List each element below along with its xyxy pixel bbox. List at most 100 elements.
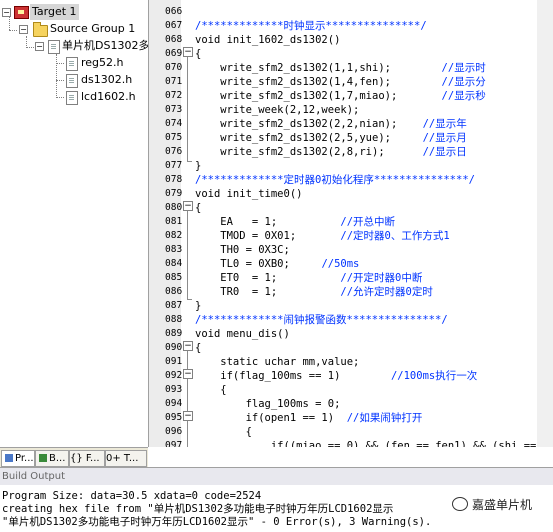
code-statement: { <box>195 342 202 354</box>
code-line[interactable]: 071 write_sfm2_ds1302(1,4,fen); //显示分 <box>149 75 553 89</box>
tab-functions[interactable]: {} F... <box>69 450 105 467</box>
tree-item-header[interactable]: ds1302.h <box>0 72 148 88</box>
code-text: write_week(2,12,week); <box>195 103 359 117</box>
line-number: 087 <box>165 300 183 311</box>
code-statement: TMOD = 0X01; <box>195 230 341 242</box>
code-text: { <box>195 341 201 355</box>
code-statement: flag_100ms = 0; <box>195 398 341 410</box>
code-text: write_sfm2_ds1302(1,1,shi); //显示时 <box>195 61 486 75</box>
code-line[interactable]: 092 if(flag_100ms == 1) //100ms执行一次 <box>149 369 553 383</box>
line-number: 074 <box>165 118 183 129</box>
code-line[interactable]: 088 /*************闹钟报警函数***************/ <box>149 313 553 327</box>
code-line[interactable]: 096 { <box>149 425 553 439</box>
tree-item-header[interactable]: lcd1602.h <box>0 89 148 105</box>
project-icon <box>5 454 13 462</box>
tree-item-main-file[interactable]: − 单片机DS1302多 <box>0 38 148 54</box>
tab-label: B... <box>49 453 66 464</box>
code-line[interactable]: 087} <box>149 299 553 313</box>
line-number: 088 <box>165 314 183 325</box>
target-label: Target 1 <box>30 4 79 20</box>
code-text: write_sfm2_ds1302(2,8,ri); //显示日 <box>195 145 466 159</box>
code-line[interactable]: 084 TL0 = 0XB0; //50ms <box>149 257 553 271</box>
code-comment: //开定时器0中断 <box>340 272 423 284</box>
code-line[interactable]: 090 { <box>149 341 553 355</box>
tab-templates[interactable]: 0+ T... <box>105 450 147 467</box>
code-line[interactable]: 093 { <box>149 383 553 397</box>
code-line[interactable]: 077} <box>149 159 553 173</box>
code-line[interactable]: 095 if(open1 == 1) //如果闹钟打开 <box>149 411 553 425</box>
code-text: TR0 = 1; //允许定时器0定时 <box>195 285 433 299</box>
code-line[interactable]: 097 if((miao == 0) && (fen == fen1) && (… <box>149 439 553 447</box>
vertical-scrollbar[interactable] <box>537 0 553 447</box>
code-line[interactable]: 068 void init_1602_ds1302() <box>149 33 553 47</box>
line-number: 083 <box>165 244 183 255</box>
code-line[interactable]: 082 TMOD = 0X01; //定时器0、工作方式1 <box>149 229 553 243</box>
line-number: 084 <box>165 258 183 269</box>
code-text: /*************时钟显示***************/ <box>195 19 427 33</box>
code-line[interactable]: 089 void menu_dis() <box>149 327 553 341</box>
code-line[interactable]: 066 <box>149 5 553 19</box>
project-pane: − Target 1 − Source Group 1 − 单片机DS1302多… <box>0 0 149 447</box>
code-line[interactable]: 069 { <box>149 47 553 61</box>
collapse-icon[interactable]: − <box>35 42 44 51</box>
source-group-label: Source Group 1 <box>50 22 136 35</box>
code-text: ET0 = 1; //开定时器0中断 <box>195 271 422 285</box>
code-line[interactable]: 073 write_week(2,12,week); <box>149 103 553 117</box>
line-number: 072 <box>165 90 183 101</box>
code-line[interactable]: 074 write_sfm2_ds1302(2,2,nian); //显示年 <box>149 117 553 131</box>
code-line[interactable]: 081 EA = 1; //开总中断 <box>149 215 553 229</box>
code-line[interactable]: 079 void init_time0() <box>149 187 553 201</box>
code-text: { <box>195 425 252 439</box>
code-line[interactable]: 078 /*************定时器0初始化程序**************… <box>149 173 553 187</box>
line-number: 082 <box>165 230 183 241</box>
collapse-icon[interactable]: − <box>19 25 28 34</box>
tree-item-header[interactable]: reg52.h <box>0 55 148 71</box>
build-output-line: Program Size: data=30.5 xdata=0 code=252… <box>2 490 262 502</box>
line-number: 067 <box>165 20 183 31</box>
code-text: if((miao == 0) && (fen == fen1) && (shi … <box>195 439 537 447</box>
build-output-header: Build Output <box>0 467 553 486</box>
code-statement: write_sfm2_ds1302(1,4,fen); <box>195 76 442 88</box>
code-comment: //开总中断 <box>340 216 396 228</box>
line-number: 081 <box>165 216 183 227</box>
tab-books[interactable]: B... <box>35 450 69 467</box>
code-line[interactable]: 075 write_sfm2_ds1302(2,5,yue); //显示月 <box>149 131 553 145</box>
code-text: TH0 = 0X3C; <box>195 243 290 257</box>
code-line[interactable]: 091 static uchar mm,value; <box>149 355 553 369</box>
tree-item-source-group[interactable]: − Source Group 1 <box>0 21 148 37</box>
code-text: } <box>195 299 201 313</box>
code-statement: TR0 = 1; <box>195 286 341 298</box>
code-line[interactable]: 072 write_sfm2_ds1302(1,7,miao); //显示秒 <box>149 89 553 103</box>
code-line[interactable]: 085 ET0 = 1; //开定时器0中断 <box>149 271 553 285</box>
code-line[interactable]: 067 /*************时钟显示***************/ <box>149 19 553 33</box>
collapse-icon[interactable]: − <box>2 8 11 17</box>
code-line[interactable]: 070 write_sfm2_ds1302(1,1,shi); //显示时 <box>149 61 553 75</box>
code-comment: //定时器0、工作方式1 <box>340 230 450 242</box>
code-line[interactable]: 094 flag_100ms = 0; <box>149 397 553 411</box>
line-number: 097 <box>165 440 183 447</box>
line-number: 078 <box>165 174 183 185</box>
code-statement: } <box>195 160 202 172</box>
code-line[interactable]: 083 TH0 = 0X3C; <box>149 243 553 257</box>
header-file-label: reg52.h <box>81 56 124 69</box>
code-statement: { <box>195 202 202 214</box>
line-number: 095 <box>165 412 183 423</box>
code-comment: //显示月 <box>422 132 467 144</box>
code-comment: //显示分 <box>441 76 486 88</box>
tab-project[interactable]: Pr... <box>1 450 35 467</box>
watermark: 嘉盛单片机 <box>448 495 537 515</box>
code-text: /*************闹钟报警函数***************/ <box>195 313 448 327</box>
code-line[interactable]: 086 TR0 = 1; //允许定时器0定时 <box>149 285 553 299</box>
code-statement: if((miao == 0) && (fen == fen1) && (shi … <box>195 440 537 447</box>
code-line[interactable]: 076 write_sfm2_ds1302(2,8,ri); //显示日 <box>149 145 553 159</box>
code-editor[interactable]: − − − − − 066 067/*************时钟显示******… <box>149 0 553 447</box>
code-line[interactable]: 080 { <box>149 201 553 215</box>
code-text: void init_time0() <box>195 187 302 201</box>
c-file-icon <box>48 40 60 54</box>
code-statement: write_sfm2_ds1302(2,5,yue); <box>195 132 423 144</box>
code-statement: TH0 = 0X3C; <box>195 244 290 256</box>
code-text: TL0 = 0XB0; //50ms <box>195 257 359 271</box>
code-comment: //显示时 <box>441 62 486 74</box>
tree-item-target[interactable]: − Target 1 <box>0 4 148 20</box>
line-number: 094 <box>165 398 183 409</box>
